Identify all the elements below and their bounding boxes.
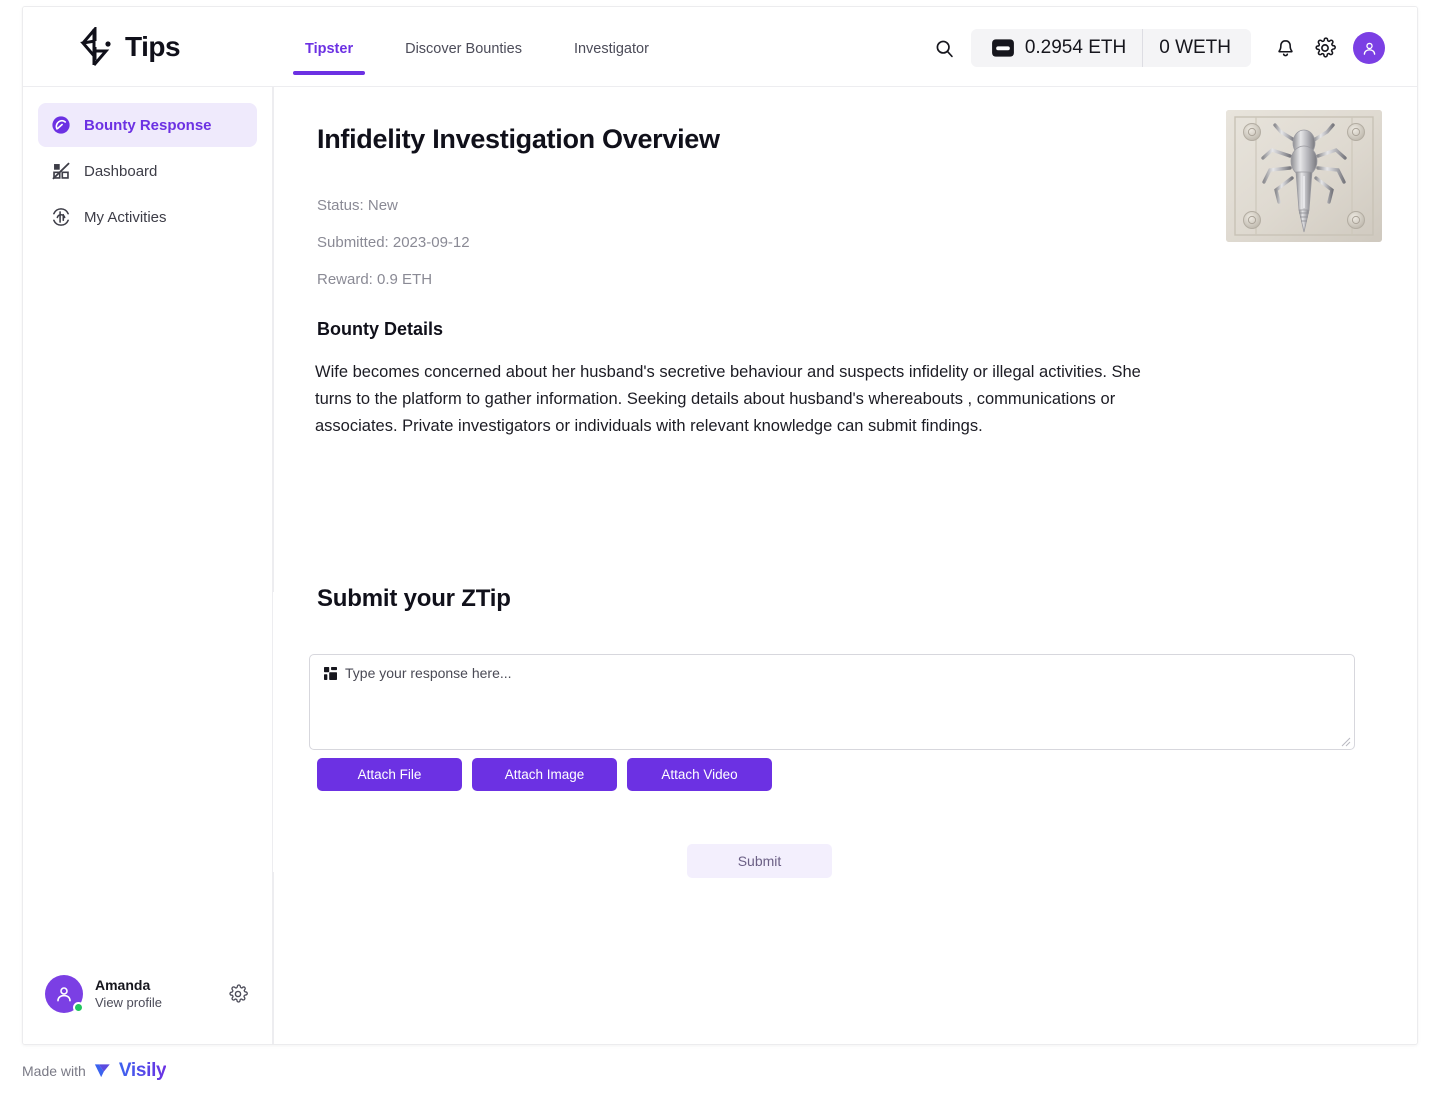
sidebar-item-my-activities[interactable]: My Activities — [38, 195, 257, 239]
avatar[interactable] — [45, 975, 84, 1013]
wallet-weth-segment[interactable]: 0 WETH — [1142, 29, 1247, 67]
online-status-indicator — [73, 1002, 84, 1013]
gear-icon — [229, 984, 248, 1003]
user-avatar-icon — [1363, 42, 1375, 55]
settings-button[interactable] — [1305, 28, 1345, 68]
main-content: Infidelity Investigation Overview Status… — [274, 87, 1417, 1044]
tab-investigator-label: Investigator — [573, 41, 649, 57]
view-profile-link[interactable]: View profile — [95, 994, 225, 1012]
sidebar-nav: Bounty Response Dashboard My Activities — [23, 87, 272, 239]
sidebar-profile[interactable]: Amanda View profile — [23, 964, 273, 1024]
response-textarea[interactable]: Type your response here... — [309, 654, 1355, 750]
sidebar-item-my-activities-label: My Activities — [84, 208, 167, 226]
activity-icon — [53, 208, 69, 226]
attach-video-button[interactable]: Attach Video — [627, 758, 772, 791]
made-with-label: Made with — [22, 1063, 86, 1079]
metallic-insect-sculpture-icon — [1226, 110, 1382, 242]
top-bar-actions: 0.2954 ETH 0 WETH — [925, 27, 1385, 69]
sidebar-item-dashboard-label: Dashboard — [84, 162, 158, 180]
brand-name: Tips — [125, 31, 181, 62]
nav-tabs: Tipster Discover Bounties Investigator — [279, 35, 675, 75]
response-placeholder: Type your response here... — [324, 665, 512, 681]
submit-button[interactable]: Submit — [687, 844, 832, 878]
profile-text: Amanda View profile — [95, 976, 225, 1012]
top-bar: Tips Tipster Discover Bounties Investiga… — [23, 7, 1417, 87]
status-meta: Status: New — [317, 197, 398, 214]
brand-logo[interactable]: Tips — [79, 27, 181, 67]
sidebar: Bounty Response Dashboard My Activities … — [23, 87, 273, 1044]
wallet-eth-balance: 0.2954 ETH — [1024, 37, 1127, 58]
tab-discover-bounties[interactable]: Discover Bounties — [379, 35, 548, 75]
attach-file-button[interactable]: Attach File — [317, 758, 462, 791]
page-title: Infidelity Investigation Overview — [317, 124, 720, 154]
visily-wordmark: Visily — [118, 1060, 167, 1081]
attachment-buttons: Attach File Attach Image Attach Video — [317, 758, 772, 791]
tab-tipster-label: Tipster — [305, 41, 354, 57]
bounty-details-text: Wife becomes concerned about her husband… — [315, 363, 1141, 435]
dashboard-slash-icon — [52, 162, 70, 180]
app-window: Tips Tipster Discover Bounties Investiga… — [22, 6, 1418, 1045]
visily-logo-icon — [94, 1064, 110, 1078]
made-with-visily-footer: Made with Visily — [22, 1060, 167, 1082]
response-placeholder-text: Type your response here... — [345, 665, 512, 681]
submit-section-title: Submit your ZTip — [317, 585, 511, 612]
gear-icon — [1315, 37, 1336, 58]
tips-logo-icon — [80, 27, 111, 66]
wallet-icon — [991, 39, 1014, 57]
gauge-icon — [52, 116, 70, 134]
wallet-eth-segment[interactable]: 0.2954 ETH — [975, 29, 1142, 67]
tab-tipster[interactable]: Tipster — [279, 35, 379, 75]
resize-handle-icon[interactable] — [1341, 737, 1351, 747]
profile-name: Amanda — [95, 977, 151, 993]
user-avatar-button[interactable] — [1353, 32, 1385, 64]
search-icon — [936, 40, 954, 57]
wallet-balance-chip[interactable]: 0.2954 ETH 0 WETH — [970, 29, 1251, 67]
sidebar-item-dashboard[interactable]: Dashboard — [38, 149, 257, 193]
profile-settings-button[interactable] — [225, 981, 251, 1007]
notifications-button[interactable] — [1265, 28, 1305, 68]
reward-meta: Reward: 0.9 ETH — [317, 271, 433, 288]
tab-discover-bounties-label: Discover Bounties — [405, 41, 522, 57]
grid-blocks-icon — [324, 666, 337, 680]
submitted-meta: Submitted: 2023-09-12 — [317, 234, 470, 251]
wallet-weth-balance: 0 WETH — [1159, 37, 1231, 58]
sidebar-item-bounty-response-label: Bounty Response — [84, 116, 212, 134]
attach-image-button[interactable]: Attach Image — [472, 758, 617, 791]
user-avatar-icon — [57, 987, 71, 1002]
bounty-hero-image — [1226, 110, 1382, 242]
search-button[interactable] — [925, 28, 965, 68]
bell-icon — [1277, 39, 1293, 56]
sidebar-item-bounty-response[interactable]: Bounty Response — [38, 103, 257, 147]
bounty-details-heading: Bounty Details — [317, 319, 444, 339]
tab-investigator[interactable]: Investigator — [548, 35, 675, 75]
